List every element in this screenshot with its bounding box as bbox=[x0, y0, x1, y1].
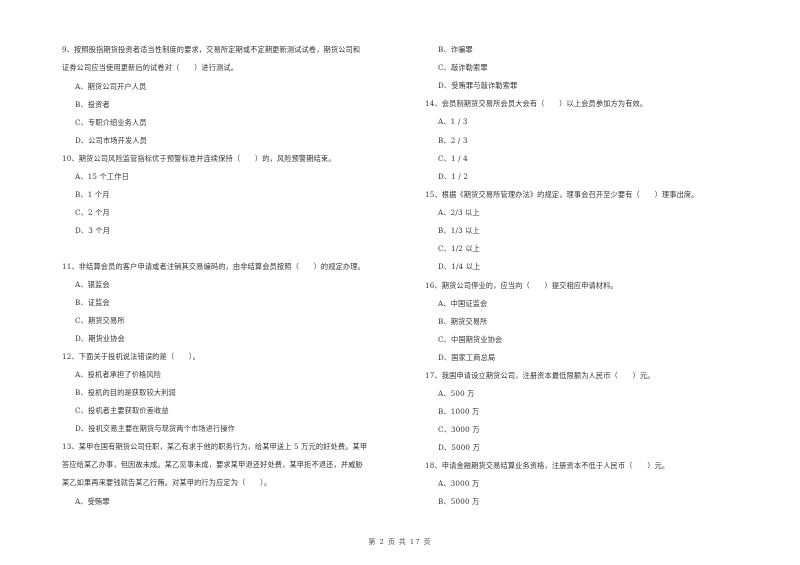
answer-option: C、期货交易所 bbox=[75, 316, 125, 325]
question-text: 10、期货公司风险监管指标优于预警标准并连续保持（ ）的，风险预警期结束。 bbox=[62, 154, 336, 163]
answer-option: B、1000 万 bbox=[438, 407, 480, 416]
answer-option: A、500 万 bbox=[438, 389, 475, 398]
question-text: 14、会员制期货交易所会员大会有（ ）以上会员参加方为有效。 bbox=[425, 99, 648, 108]
answer-option: B、投资者 bbox=[75, 100, 110, 109]
answer-option: C、1/2 以上 bbox=[438, 244, 481, 253]
answer-option: D、5000 万 bbox=[438, 443, 480, 452]
answer-option: A、银监会 bbox=[75, 280, 110, 289]
answer-option: C、3000 万 bbox=[438, 425, 480, 434]
question-text: 9、按照股指期货投资者适当性制度的要求，交易所定期或不定期更新测试试卷，期货公司… bbox=[62, 45, 361, 54]
answer-option: B、期货交易所 bbox=[438, 317, 488, 326]
question-text: 16、期货公司停业的，应当向（ ）提交相应申请材料。 bbox=[425, 281, 618, 290]
answer-option: D、期货业协会 bbox=[75, 334, 125, 343]
question-text: 某乙如果再来要钱就告某乙行贿。对某甲的行为应定为（ ）。 bbox=[62, 478, 272, 487]
answer-option: B、1 个月 bbox=[75, 190, 110, 199]
answer-option: B、诈骗罪 bbox=[438, 45, 473, 54]
question-text: 13、某甲在国有期货公司任职，某乙有求于他的职务行为，给某甲送上 5 万元的好处… bbox=[62, 442, 368, 451]
question-text: 15、根据《期货交易所管理办法》的规定，理事会召开至少要有（ ）理事出席。 bbox=[425, 190, 699, 199]
answer-option: D、投机交易主要在期货与现货两个市场进行操作 bbox=[75, 424, 236, 433]
answer-option: C、中国期货业协会 bbox=[438, 335, 503, 344]
answer-option: D、1 / 2 bbox=[438, 172, 469, 181]
answer-option: A、投机者承担了价格风险 bbox=[75, 370, 162, 379]
answer-option: B、5000 万 bbox=[438, 497, 480, 506]
answer-option: D、公司市场开发人员 bbox=[75, 136, 147, 145]
answer-option: D、1/4 以上 bbox=[438, 262, 481, 271]
question-text: 17、我国申请设立期货公司，注册资本最低限额为人民币（ ）元。 bbox=[425, 371, 655, 380]
answer-option: D、受贿罪与敲诈勒索罪 bbox=[438, 81, 518, 90]
answer-option: B、2 / 3 bbox=[438, 136, 468, 145]
answer-option: A、15 个工作日 bbox=[75, 172, 129, 181]
answer-option: C、2 个月 bbox=[75, 208, 110, 217]
answer-option: D、3 个月 bbox=[75, 226, 111, 235]
question-text: 答应给某乙办事，但因故未成。某乙见事未成，要求某甲退还好处费，某甲拒不退还，并威… bbox=[62, 460, 363, 469]
question-text: 18、申请金融期货交易结算业务资格，注册资本不低于人民币（ ）元。 bbox=[425, 461, 670, 470]
answer-option: B、证监会 bbox=[75, 298, 110, 307]
answer-option: A、3000 万 bbox=[438, 479, 480, 488]
question-text: 11、非结算会员的客户申请或者注销其交易编码的，由非结算会员按照（ ）的规定办理… bbox=[62, 262, 365, 271]
answer-option: C、专职介绍业务人员 bbox=[75, 118, 147, 127]
answer-option: D、国家工商总局 bbox=[438, 353, 496, 362]
answer-option: C、投机者主要获取价差收益 bbox=[75, 406, 169, 415]
answer-option: A、期货公司开户人员 bbox=[75, 82, 147, 91]
answer-option: C、敲诈勒索罪 bbox=[438, 63, 488, 72]
answer-option: A、2/3 以上 bbox=[438, 208, 480, 217]
answer-option: B、1/3 以上 bbox=[438, 226, 480, 235]
page-footer: 第 2 页 共 17 页 bbox=[368, 538, 432, 546]
answer-option: A、中国证监会 bbox=[438, 299, 488, 308]
answer-option: A、1 / 3 bbox=[438, 117, 468, 126]
question-text: 证券公司应当使用更新后的试卷对（ ）进行测试。 bbox=[62, 63, 239, 72]
answer-option: A、受贿罪 bbox=[75, 497, 110, 506]
question-text: 12、下面关于投机说法错误的是（ ）。 bbox=[62, 352, 200, 361]
answer-option: C、1 / 4 bbox=[438, 154, 468, 163]
answer-option: B、投机的目的是获取较大利润 bbox=[75, 388, 176, 397]
